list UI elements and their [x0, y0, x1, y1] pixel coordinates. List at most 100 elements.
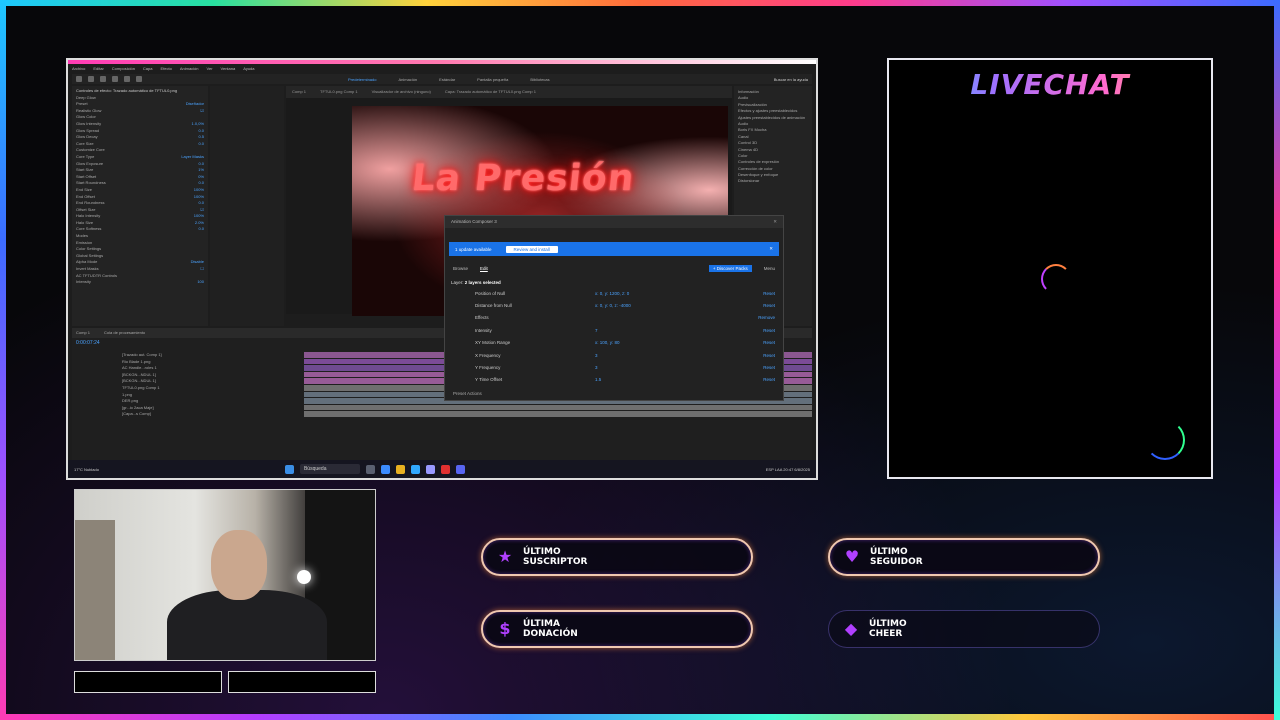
- parameter-value[interactable]: x: 0, y: 0, z: -4000: [595, 303, 735, 308]
- effect-property-row[interactable]: AC TFTUDTR Controls: [76, 273, 204, 280]
- composition-tab[interactable]: Comp 1: [292, 89, 306, 95]
- effect-property-value[interactable]: 1.0,0%: [192, 121, 204, 128]
- effect-property-value[interactable]: Disable: [191, 259, 204, 266]
- timeline-layer-bar[interactable]: [304, 404, 812, 412]
- timeline-layer[interactable]: [Trazado aut. Comp 1]: [72, 352, 302, 359]
- rotate-tool-icon[interactable]: [112, 76, 118, 82]
- zoom-tool-icon[interactable]: [100, 76, 106, 82]
- timeline-layer[interactable]: Rio Blade 1.png: [72, 359, 302, 366]
- parameter-value[interactable]: 1.5: [595, 377, 735, 382]
- hand-tool-icon[interactable]: [88, 76, 94, 82]
- photoshop-icon[interactable]: [410, 464, 420, 474]
- effect-property-row[interactable]: Start Size 1%: [76, 167, 204, 174]
- effect-property-row[interactable]: Start Offset 0%: [76, 174, 204, 181]
- timeline-tab[interactable]: Cola de procesamiento: [104, 330, 145, 336]
- after-effects-icon[interactable]: [425, 464, 435, 474]
- effect-property-value[interactable]: ☐: [200, 266, 204, 273]
- effect-property-value[interactable]: 1%: [198, 167, 204, 174]
- effect-property-row[interactable]: Core Size 0.0: [76, 141, 204, 148]
- timeline-tab[interactable]: Comp 1: [76, 330, 90, 336]
- effect-property-row[interactable]: End Offset 100%: [76, 194, 204, 201]
- timeline-layer[interactable]: TFTUL0.png Comp 1: [72, 385, 302, 392]
- effect-property-row[interactable]: Glow Decay 0.5: [76, 134, 204, 141]
- effect-property-row[interactable]: Glow Intensity 1.0,0%: [76, 121, 204, 128]
- parameter-value[interactable]: x: 100, y: 80: [595, 340, 735, 345]
- parameter-reset-button[interactable]: Reset: [763, 353, 775, 358]
- effect-property-value[interactable]: Layer Masks: [181, 154, 204, 161]
- menu-button[interactable]: Menu: [764, 266, 775, 271]
- workspace-tab[interactable]: Pantalla pequeña: [477, 77, 508, 82]
- menu-item[interactable]: Capa: [143, 66, 153, 74]
- taskbar-clock[interactable]: ESP LAA 20:47 6/8/2025: [766, 467, 810, 472]
- effect-property-value[interactable]: 0.0: [198, 161, 204, 168]
- tab-edit[interactable]: Edit: [480, 266, 488, 271]
- effect-property-row[interactable]: Offset Size ☑: [76, 207, 204, 214]
- effect-property-row[interactable]: Realistic Glow ☑: [76, 108, 204, 115]
- text-tool-icon[interactable]: [136, 76, 142, 82]
- composition-tab[interactable]: TFTUL0.png Comp 1: [320, 89, 358, 95]
- effect-property-value[interactable]: 100%: [194, 194, 204, 201]
- effect-property-value[interactable]: 2.0%: [195, 220, 204, 227]
- windows-start-icon[interactable]: [284, 464, 294, 474]
- workspace-tab[interactable]: Animación: [398, 77, 417, 82]
- effect-property-row[interactable]: Global Settings: [76, 253, 204, 260]
- effect-property-row[interactable]: Alpha Mode Disable: [76, 259, 204, 266]
- effect-property-row[interactable]: Modes: [76, 233, 204, 240]
- effect-property-row[interactable]: Core Softness 0.0: [76, 226, 204, 233]
- menu-item[interactable]: Efecto: [160, 66, 171, 74]
- parameter-value[interactable]: 7: [595, 328, 735, 333]
- timeline-layer[interactable]: [gr...io 2aca Maje]: [72, 405, 302, 412]
- parameter-reset-button[interactable]: Reset: [763, 303, 775, 308]
- folder-icon[interactable]: [395, 464, 405, 474]
- effect-property-row[interactable]: Glow Spread 0.0: [76, 128, 204, 135]
- workspace-tab[interactable]: Bibliotecas: [530, 77, 549, 82]
- effect-property-row[interactable]: Emission: [76, 240, 204, 247]
- menu-item[interactable]: Ayuda: [243, 66, 254, 74]
- timeline-layer[interactable]: [BCKGN...NDUL 1]: [72, 378, 302, 385]
- tab-browse[interactable]: Browse: [453, 266, 468, 271]
- effect-property-row[interactable]: Halo Size 2.0%: [76, 220, 204, 227]
- dialog-close-icon[interactable]: ✕: [773, 219, 777, 225]
- effect-property-row[interactable]: Color Settings: [76, 246, 204, 253]
- update-close-icon[interactable]: ✕: [769, 246, 773, 252]
- explorer-icon[interactable]: [380, 464, 390, 474]
- effect-property-value[interactable]: 0.5: [198, 134, 204, 141]
- weather-widget[interactable]: 17°C Nublado: [74, 467, 99, 472]
- effect-property-value[interactable]: 0.0: [198, 200, 204, 207]
- review-install-button[interactable]: Review and install: [505, 245, 558, 253]
- parameter-reset-button[interactable]: Reset: [763, 340, 775, 345]
- effect-property-value[interactable]: 100%: [194, 213, 204, 220]
- timeline-layer[interactable]: [Capa...s Comp]: [72, 411, 302, 418]
- timeline-layer-bar[interactable]: [304, 411, 812, 418]
- help-search[interactable]: Buscar en la ayuda: [774, 77, 808, 82]
- effect-property-row[interactable]: Intensity 100: [76, 279, 204, 286]
- effect-property-row[interactable]: Customize Core: [76, 147, 204, 154]
- workspace-tab[interactable]: Estándar: [439, 77, 455, 82]
- effect-property-row[interactable]: Start Roundness 0.0: [76, 180, 204, 187]
- effect-property-value[interactable]: 100: [197, 279, 204, 286]
- effect-property-row[interactable]: Glow Exposure 0.0: [76, 161, 204, 168]
- effect-property-row[interactable]: Preset Diseñador: [76, 101, 204, 108]
- workspace-tab[interactable]: Predeterminado: [348, 77, 376, 82]
- parameter-reset-button[interactable]: Remove: [758, 315, 775, 320]
- effect-property-value[interactable]: ☑: [200, 108, 204, 115]
- menu-item[interactable]: Composición: [112, 66, 135, 74]
- timeline-layer[interactable]: DER.png: [72, 398, 302, 405]
- effect-property-row[interactable]: Core Type Layer Masks: [76, 154, 204, 161]
- task-view-icon[interactable]: [365, 464, 375, 474]
- selection-tool-icon[interactable]: [76, 76, 82, 82]
- menu-item[interactable]: Ventana: [221, 66, 236, 74]
- menu-item[interactable]: Archivo: [72, 66, 85, 74]
- effect-property-value[interactable]: 0%: [198, 174, 204, 181]
- effect-property-row[interactable]: End Size 100%: [76, 187, 204, 194]
- discord-icon[interactable]: [455, 464, 465, 474]
- timeline-layer[interactable]: 1.png: [72, 392, 302, 399]
- effect-property-value[interactable]: 0.0: [198, 128, 204, 135]
- preset-actions-button[interactable]: Preset Actions: [453, 391, 482, 396]
- effect-property-row[interactable]: End Roundness 0.0: [76, 200, 204, 207]
- timeline-layer[interactable]: AC Handle...roles 1: [72, 365, 302, 372]
- menu-item[interactable]: Editar: [93, 66, 103, 74]
- composition-tab[interactable]: Visualizador de archivo (ninguno): [372, 89, 431, 95]
- effects-preset-item[interactable]: Distorsionar: [738, 178, 808, 184]
- effect-property-row[interactable]: Halo Intensity 100%: [76, 213, 204, 220]
